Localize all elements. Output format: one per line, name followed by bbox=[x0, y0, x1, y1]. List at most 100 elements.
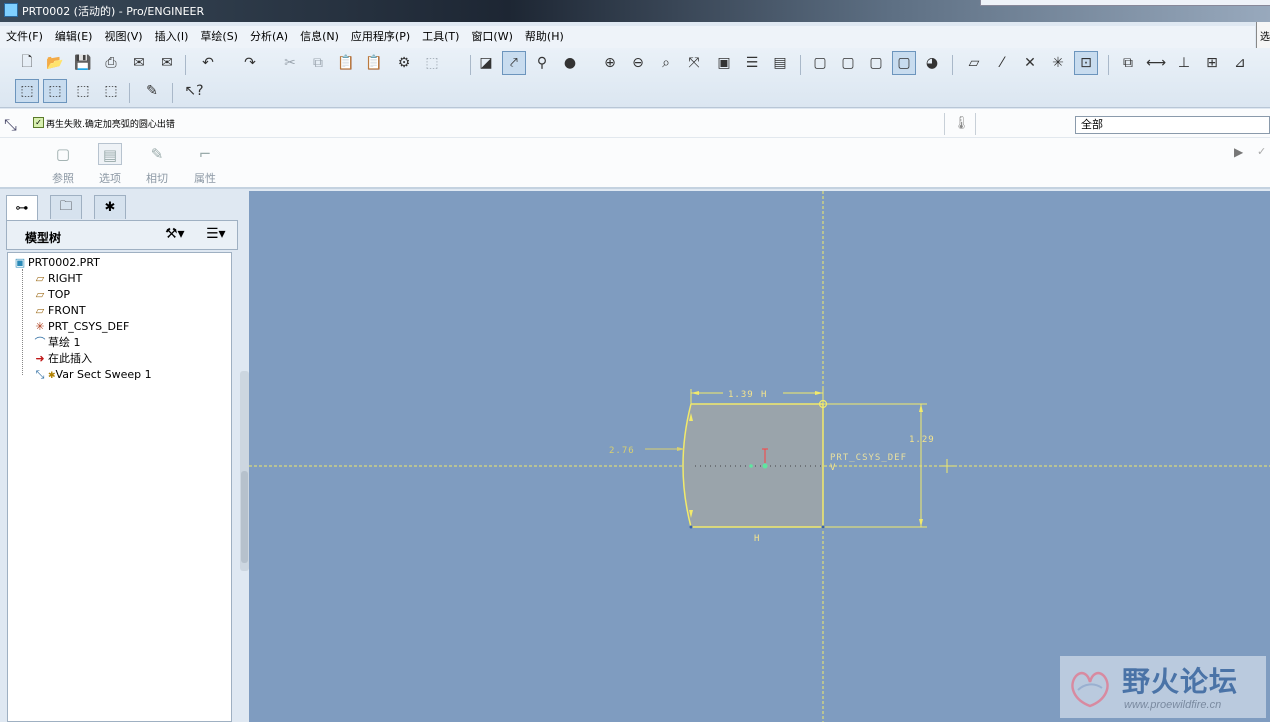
tree-item-top[interactable]: ▱ TOP bbox=[32, 287, 70, 303]
menu-analysis[interactable]: 分析(A) bbox=[244, 26, 294, 48]
disp-dims-icon[interactable]: ⟷ bbox=[1144, 51, 1168, 75]
disp-vertices-icon[interactable]: ⊿ bbox=[1228, 51, 1252, 75]
menu-sketch[interactable]: 草绘(S) bbox=[194, 26, 244, 48]
play-icon[interactable]: ▶ bbox=[1234, 145, 1243, 159]
tree-item-label: FRONT bbox=[48, 304, 86, 317]
favorites-tab-icon[interactable]: ✱ bbox=[94, 195, 126, 219]
navigator-sash-handle[interactable] bbox=[241, 471, 248, 563]
select-feature-icon[interactable]: ⬚ bbox=[99, 79, 123, 103]
no-hidden-icon[interactable]: ▢ bbox=[864, 51, 888, 75]
zoom-in-icon[interactable]: ⊕ bbox=[598, 51, 622, 75]
menu-window[interactable]: 窗口(W) bbox=[465, 26, 518, 48]
saved-views-icon[interactable]: ▣ bbox=[712, 51, 736, 75]
hidden-line-icon[interactable]: ▢ bbox=[836, 51, 860, 75]
dim-radius-value[interactable]: 2.76 bbox=[609, 446, 635, 456]
sketch-view-icon[interactable]: ⧉ bbox=[1116, 51, 1140, 75]
select-geometry-icon[interactable]: ⬚ bbox=[43, 79, 67, 103]
view-manager-icon[interactable]: ▤ bbox=[768, 51, 792, 75]
paste-special-icon[interactable]: 📋 bbox=[362, 51, 386, 75]
annotation-display-icon[interactable]: ⊡ bbox=[1074, 51, 1098, 75]
open-folder-icon[interactable]: 📂 bbox=[43, 51, 67, 75]
model-tree-tab-icon[interactable]: ⊶ bbox=[6, 195, 38, 221]
tab-tangency-label: 相切 bbox=[146, 172, 168, 185]
refit-icon[interactable]: ⌕ bbox=[654, 51, 678, 75]
csys-display-icon[interactable]: ✳ bbox=[1046, 51, 1070, 75]
select-datum-icon[interactable]: ⬚ bbox=[71, 79, 95, 103]
sketch-display-icon[interactable]: ⤤ bbox=[502, 51, 526, 75]
shaded-icon[interactable]: ▢ bbox=[892, 51, 916, 75]
menu-info[interactable]: 信息(N) bbox=[294, 26, 345, 48]
menu-file[interactable]: 文件(F) bbox=[0, 26, 49, 48]
dimension-display-icon[interactable]: ⚲ bbox=[530, 51, 554, 75]
graphics-window[interactable]: 1.39 H 1.29 2.76 H V PRT_CSYS_DEF bbox=[249, 191, 1270, 722]
sketch-orientation-icon[interactable]: ◪ bbox=[474, 51, 498, 75]
tree-item-right[interactable]: ▱ RIGHT bbox=[32, 271, 83, 287]
tree-item-sweep[interactable]: ⤡ ✱Var Sect Sweep 1 bbox=[32, 367, 152, 383]
layers-icon[interactable]: ☰ bbox=[740, 51, 764, 75]
disp-constraints-icon[interactable]: ⊥ bbox=[1172, 51, 1196, 75]
regenerate-icon[interactable]: ⚙ bbox=[392, 51, 416, 75]
shading-icon[interactable]: ● bbox=[558, 51, 582, 75]
filter-select[interactable]: 全部 bbox=[1075, 116, 1270, 134]
reorient-icon[interactable]: ⤧ bbox=[682, 51, 706, 75]
menu-applications[interactable]: 应用程序(P) bbox=[345, 26, 416, 48]
print-icon[interactable]: ⎙ bbox=[99, 51, 123, 75]
datum-point-display-icon[interactable]: ✕ bbox=[1018, 51, 1042, 75]
menu-help[interactable]: 帮助(H) bbox=[519, 26, 570, 48]
disp-grid-icon[interactable]: ⊞ bbox=[1200, 51, 1224, 75]
redo-icon[interactable]: ↷ bbox=[238, 51, 262, 75]
new-file-icon[interactable]: 🗋 bbox=[15, 51, 39, 75]
tab-properties-label: 属性 bbox=[194, 172, 216, 185]
tree-item-front[interactable]: ▱ FRONT bbox=[32, 303, 86, 319]
check-icon[interactable]: ✓ bbox=[1257, 145, 1266, 158]
vertex-point bbox=[689, 525, 693, 529]
sketcher-tool-icon[interactable]: ✎ bbox=[140, 79, 164, 103]
sketch-canvas[interactable]: 1.39 H 1.29 2.76 H V PRT_CSYS_DEF bbox=[249, 191, 1270, 722]
tab-options[interactable]: ▤ 选项 bbox=[85, 143, 135, 186]
settings-hammer-icon[interactable]: ⚒▾ bbox=[165, 226, 185, 242]
email-icon[interactable]: ✉ bbox=[127, 51, 151, 75]
menu-edit[interactable]: 编辑(E) bbox=[49, 26, 99, 48]
context-help-icon[interactable]: ↖? bbox=[182, 79, 206, 103]
select-mode-icon[interactable]: ⬚ bbox=[15, 79, 39, 103]
menu-view[interactable]: 视图(V) bbox=[98, 26, 148, 48]
tab-options-label: 选项 bbox=[99, 172, 121, 185]
menu-insert[interactable]: 插入(I) bbox=[149, 26, 195, 48]
constraint-h-top: H bbox=[761, 390, 767, 400]
zoom-out-icon[interactable]: ⊖ bbox=[626, 51, 650, 75]
menu-tools[interactable]: 工具(T) bbox=[416, 26, 465, 48]
dim-height-arrow-top bbox=[919, 404, 923, 412]
tree-item-sketch[interactable]: ⌒ 草绘 1 bbox=[32, 335, 81, 351]
insert-here-arrow-icon: ➜ bbox=[35, 352, 45, 365]
watermark: 野火论坛 www.proewildfire.cn bbox=[1060, 656, 1266, 718]
appearance-icon[interactable]: ◕ bbox=[920, 51, 944, 75]
tab-references[interactable]: ▢ 参照 bbox=[38, 143, 88, 186]
paste-icon[interactable]: 📋 bbox=[334, 51, 358, 75]
datum-axis-display-icon[interactable]: ⁄ bbox=[990, 51, 1014, 75]
copy-icon[interactable]: ⧉ bbox=[306, 51, 330, 75]
selection-filter-icon[interactable]: ⬚ bbox=[420, 51, 444, 75]
wireframe-icon[interactable]: ▢ bbox=[808, 51, 832, 75]
tab-tangency[interactable]: ✎ 相切 bbox=[132, 143, 182, 186]
tree-item-insert-here[interactable]: ➜ 在此插入 bbox=[32, 351, 92, 367]
dim-width-value[interactable]: 1.39 bbox=[728, 390, 754, 400]
tree-item-csys[interactable]: ✳ PRT_CSYS_DEF bbox=[32, 319, 129, 335]
tab-references-label: 参照 bbox=[52, 172, 74, 185]
tree-item-label: TOP bbox=[48, 288, 71, 301]
folder-browser-tab-icon[interactable]: 🗀 bbox=[50, 195, 82, 219]
watermark-url: www.proewildfire.cn bbox=[1124, 699, 1222, 711]
datum-plane-display-icon[interactable]: ▱ bbox=[962, 51, 986, 75]
options-icon: ▤ bbox=[98, 143, 122, 165]
email-link-icon[interactable]: ✉ bbox=[155, 51, 179, 75]
dim-width-arrow-left bbox=[691, 391, 699, 395]
tree-item-part[interactable]: ▣ PRT0002.PRT bbox=[12, 255, 100, 271]
show-menu-icon[interactable]: ☰▾ bbox=[206, 226, 226, 242]
save-icon[interactable]: 💾 bbox=[71, 51, 95, 75]
tree-item-label: 草绘 1 bbox=[48, 336, 81, 349]
undo-icon[interactable]: ↶ bbox=[196, 51, 220, 75]
tab-properties[interactable]: ⌐ 属性 bbox=[180, 143, 230, 186]
model-tree-title: 模型树 bbox=[25, 231, 62, 245]
tree-item-label: PRT0002.PRT bbox=[28, 256, 100, 269]
cut-icon[interactable]: ✂ bbox=[278, 51, 302, 75]
dim-height-value[interactable]: 1.29 bbox=[909, 435, 935, 445]
